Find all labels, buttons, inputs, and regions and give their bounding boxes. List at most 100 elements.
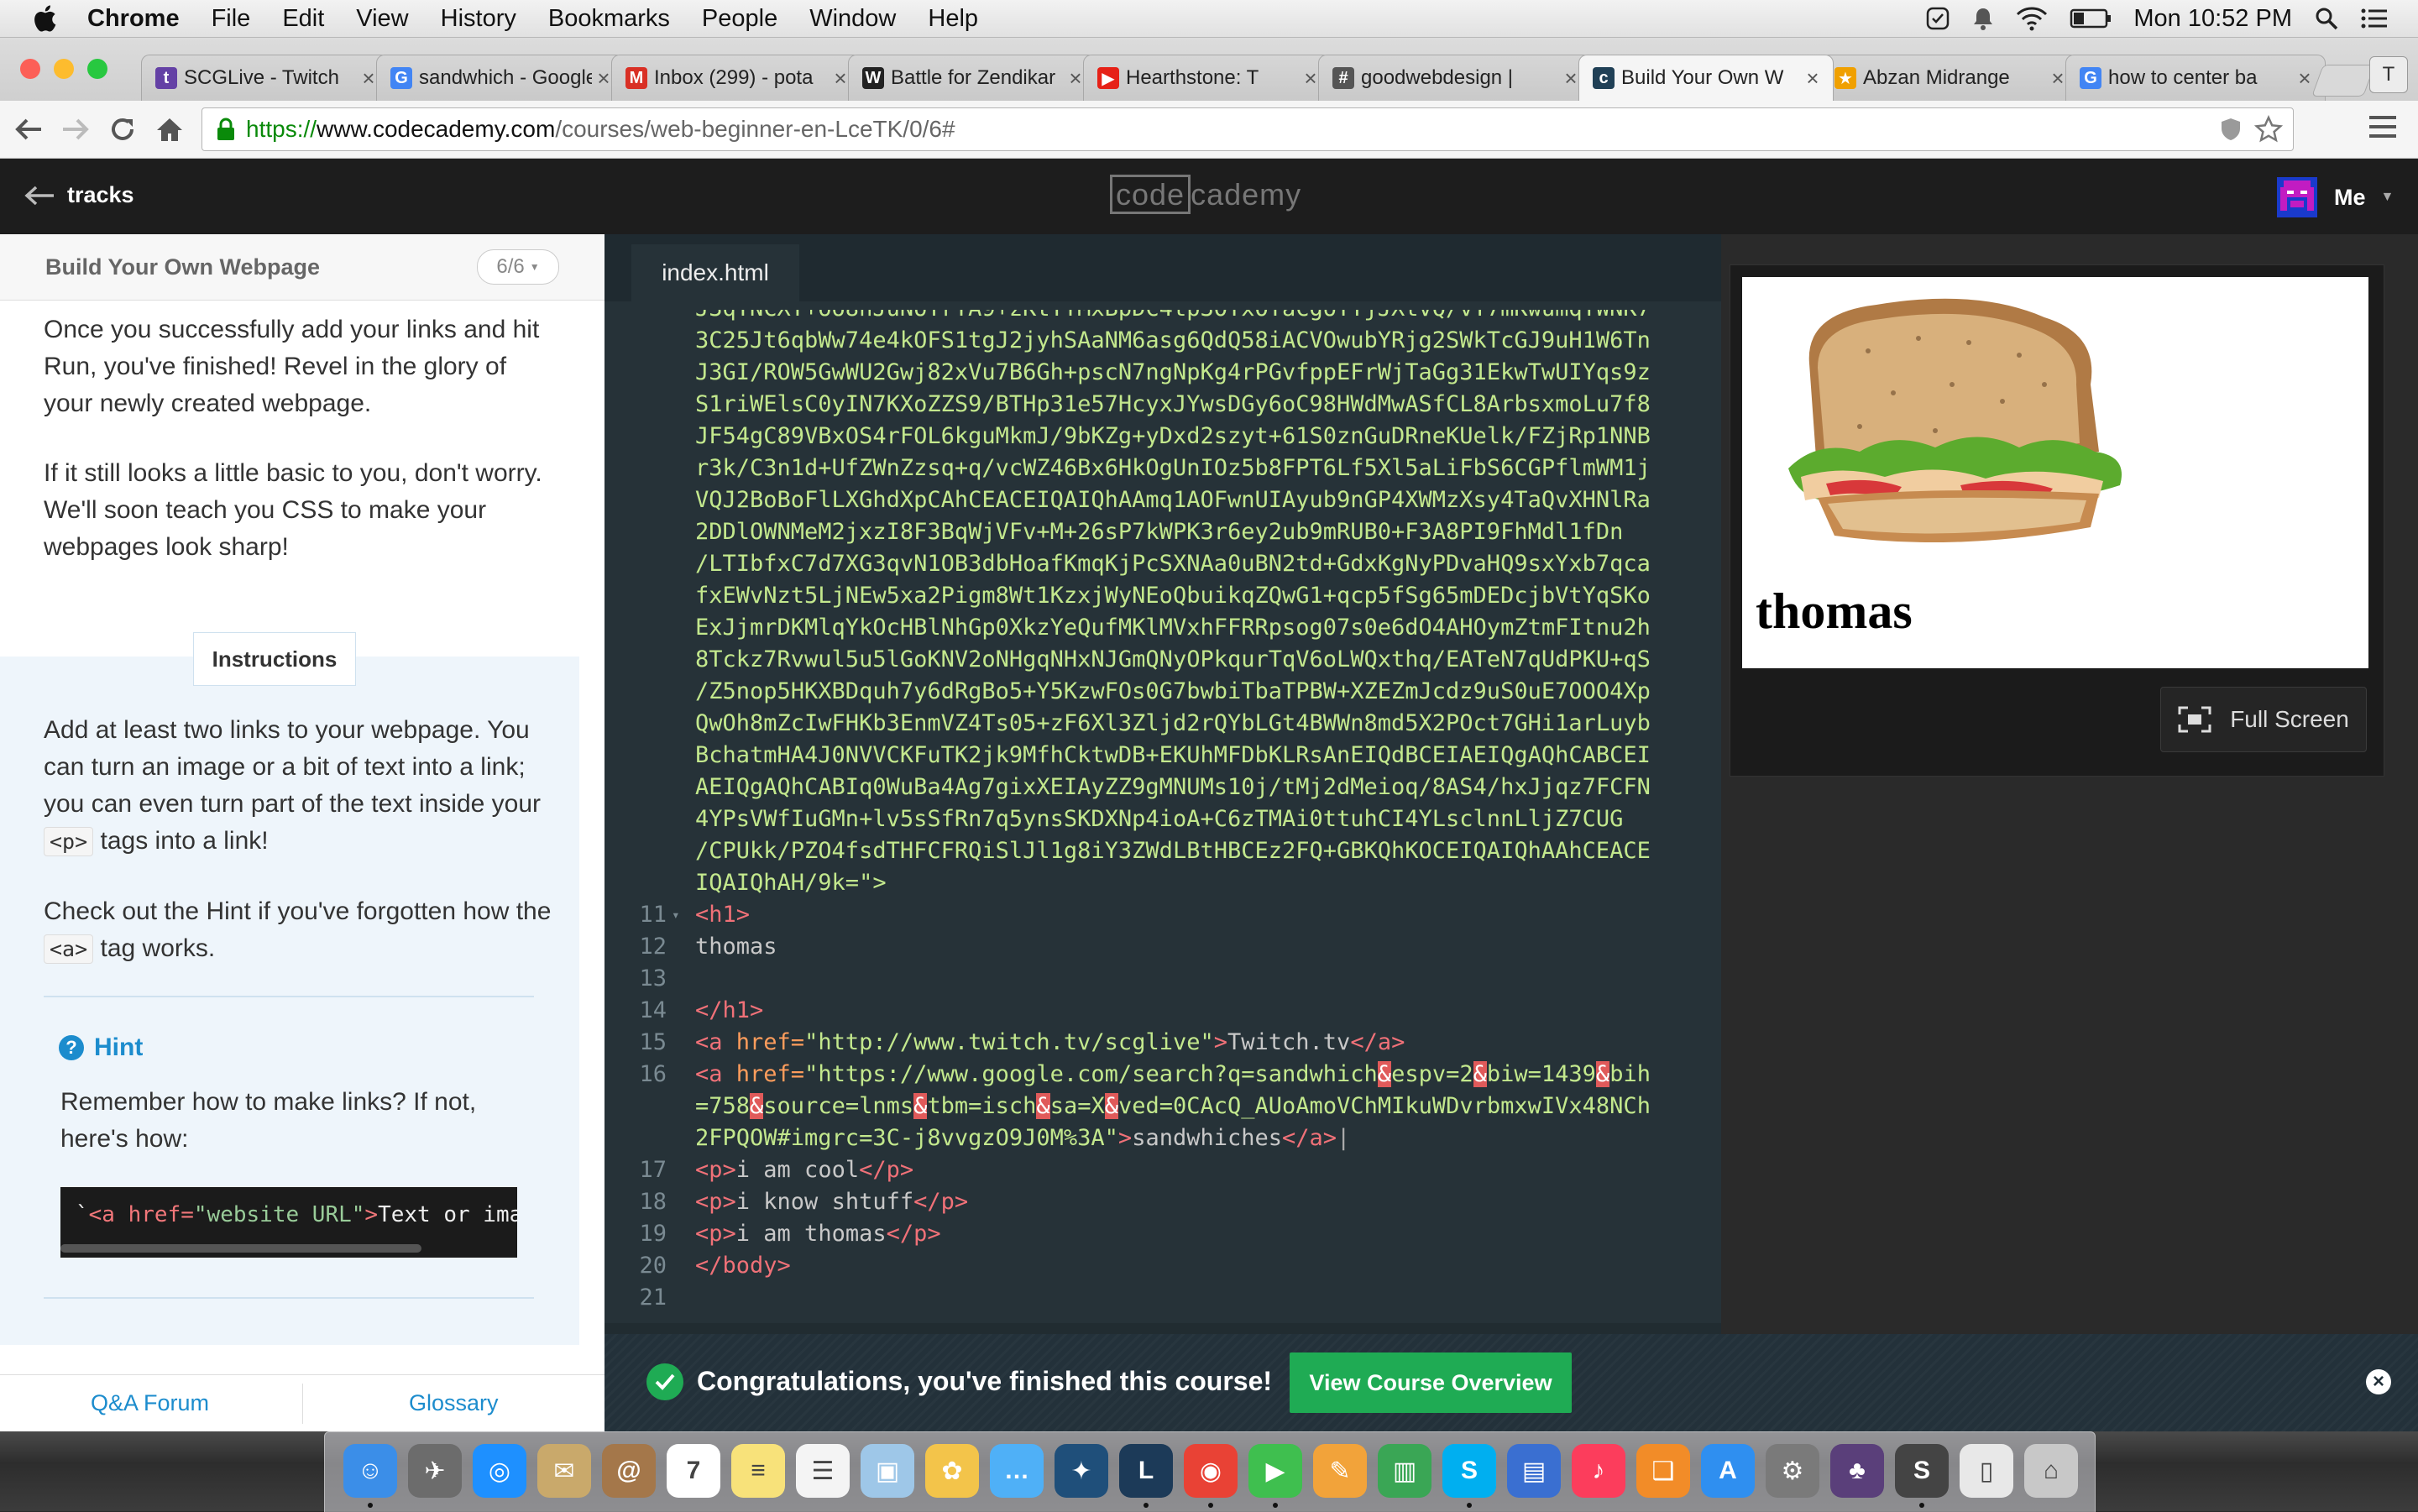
sublime-icon[interactable]: S	[1895, 1444, 1949, 1498]
window-minimize-button[interactable]	[54, 59, 74, 79]
browser-tab[interactable]: W Battle for Zendikar ×	[848, 55, 1096, 101]
glossary-link[interactable]: Glossary	[409, 1390, 499, 1416]
tracks-back-link[interactable]: tracks	[24, 182, 134, 208]
url-bar[interactable]: https://www.codecademy.com/courses/web-b…	[202, 107, 2294, 151]
browser-tab[interactable]: ▶ Hearthstone: T ×	[1083, 55, 1332, 101]
numbers-icon[interactable]: ▥	[1378, 1444, 1431, 1498]
code-token: >	[1117, 1125, 1133, 1151]
code-token: i am thomas	[735, 1221, 887, 1247]
browser-tab[interactable]: Ghow to center ba ×	[2065, 55, 2326, 101]
notes-icon[interactable]: ≡	[731, 1444, 785, 1498]
full-screen-button[interactable]: Full Screen	[2160, 687, 2367, 752]
running-indicator	[1467, 1503, 1472, 1508]
trash-icon[interactable]: ⌂	[2024, 1444, 2078, 1498]
menu-app-name[interactable]: Chrome	[87, 5, 180, 33]
notifications-bell-icon[interactable]	[1972, 6, 1994, 31]
menu-file[interactable]: File	[212, 5, 251, 33]
code-token: </a>	[1282, 1125, 1337, 1151]
itunes-icon[interactable]: ♪	[1572, 1444, 1625, 1498]
mail-icon[interactable]: ✉	[537, 1444, 591, 1498]
browser-tab[interactable]: ★ Abzan Midrange ×	[1820, 55, 2079, 101]
forward-arrow-icon[interactable]	[59, 112, 92, 146]
menu-people[interactable]: People	[702, 5, 777, 33]
menu-history[interactable]: History	[441, 5, 516, 33]
menu-view[interactable]: View	[356, 5, 408, 33]
menu-help[interactable]: Help	[928, 5, 978, 33]
messages-icon[interactable]: …	[990, 1444, 1044, 1498]
keynote-icon[interactable]: ▤	[1507, 1444, 1561, 1498]
menu-edit[interactable]: Edit	[282, 5, 324, 33]
appstore-icon[interactable]: A	[1701, 1444, 1755, 1498]
browser-tab[interactable]: c Build Your Own W ×	[1578, 55, 1834, 101]
photos-icon[interactable]: ✿	[925, 1444, 979, 1498]
1password-icon[interactable]	[1925, 6, 1950, 31]
codecademy-logo[interactable]: code cademy	[1110, 175, 1301, 214]
browser-tab[interactable]: M Inbox (299) - pota ×	[611, 55, 861, 101]
hint-code-block[interactable]: `<a href="website URL">Text or ima	[60, 1187, 517, 1258]
tab-close-icon[interactable]: ×	[2293, 65, 2316, 92]
menubar-clock[interactable]: Mon 10:52 PM	[2133, 5, 2292, 33]
league-icon[interactable]: L	[1119, 1444, 1173, 1498]
reminders-icon[interactable]: ☰	[796, 1444, 850, 1498]
line-number: 21	[639, 1284, 667, 1311]
skype-icon[interactable]: S	[1442, 1444, 1496, 1498]
back-arrow-icon[interactable]	[12, 112, 45, 146]
hint-toggle[interactable]: ? Hint	[59, 1033, 143, 1062]
apple-icon[interactable]	[32, 4, 57, 33]
instructions-text: Add at least two links to your webpage. …	[44, 716, 542, 818]
code-token: <p>	[695, 1221, 736, 1247]
battery-icon[interactable]	[2070, 8, 2112, 29]
tab-close-icon[interactable]: ×	[1801, 65, 1824, 92]
preview-frame[interactable]: thomas	[1742, 277, 2368, 668]
view-course-overview-button[interactable]: View Course Overview	[1290, 1352, 1572, 1413]
code-line: BchatmHA4J0NVVCKFuTK2jk9MfhCktwDB+EKUhMF…	[695, 742, 1651, 768]
facetime-icon[interactable]: ▶	[1248, 1444, 1302, 1498]
documents-icon[interactable]: ▯	[1960, 1444, 2013, 1498]
chrome-menu-icon[interactable]	[2369, 116, 2396, 144]
ibooks-icon[interactable]: ❑	[1636, 1444, 1690, 1498]
code-area[interactable]: J3qTNCXT+oo8nJuNoTrTA9+zKtTTMxBpDC4tp3OT…	[604, 310, 1721, 1334]
google-icon: G	[2080, 67, 2101, 89]
menu-bookmarks[interactable]: Bookmarks	[548, 5, 670, 33]
close-icon[interactable]: ×	[2366, 1369, 2391, 1394]
hint-text: Remember how to make links? If not, here…	[60, 1088, 477, 1153]
github-icon[interactable]: ♣	[1830, 1444, 1884, 1498]
editor-tab-bar: index.html	[604, 234, 1721, 301]
bookmark-star-icon[interactable]	[2254, 115, 2283, 144]
code-line: VQJ2BoBoFlLXGhdXpCAhCEACEIQAIQhAAmq1AOFw…	[695, 487, 1651, 513]
preview-icon[interactable]: ▣	[861, 1444, 914, 1498]
home-icon[interactable]	[153, 112, 186, 146]
browser-tab[interactable]: Gsandwhich - Google ×	[376, 55, 625, 101]
reload-icon[interactable]	[106, 112, 139, 146]
notification-center-icon[interactable]	[2361, 7, 2388, 30]
line-number: 13	[639, 965, 667, 991]
system-preferences-icon[interactable]: ⚙	[1766, 1444, 1819, 1498]
lesson-progress-dropdown[interactable]: 6/6 ▼	[477, 249, 559, 285]
profile-button[interactable]: T	[2369, 56, 2408, 93]
window-zoom-button[interactable]	[87, 59, 107, 79]
shield-extension-icon[interactable]	[2219, 117, 2243, 142]
battlenet-icon[interactable]: ✦	[1055, 1444, 1108, 1498]
spotlight-search-icon[interactable]	[2314, 6, 2339, 31]
launchpad-icon[interactable]: ✈	[408, 1444, 462, 1498]
menu-window[interactable]: Window	[809, 5, 896, 33]
safari-icon[interactable]: ◎	[473, 1444, 526, 1498]
pages-icon[interactable]: ✎	[1313, 1444, 1367, 1498]
contacts-icon[interactable]: @	[602, 1444, 656, 1498]
p-tag-code: <p>	[44, 827, 94, 856]
wifi-icon[interactable]	[2016, 6, 2048, 31]
horizontal-scrollbar[interactable]	[60, 1244, 421, 1253]
calendar-icon[interactable]: 7	[667, 1444, 720, 1498]
code-token: i am cool	[735, 1157, 860, 1183]
user-menu[interactable]: Me ▼	[2277, 177, 2394, 217]
chrome-icon[interactable]: ◉	[1184, 1444, 1238, 1498]
lock-icon[interactable]	[216, 118, 236, 141]
browser-tab[interactable]: # goodwebdesign | ×	[1318, 55, 1592, 101]
finder-icon[interactable]: ☺	[343, 1444, 397, 1498]
browser-tab[interactable]: t SCGLive - Twitch ×	[141, 55, 390, 101]
new-tab-button[interactable]	[2311, 65, 2375, 97]
code-line: 2FPQOW#imgrc=3C-j8vvgzO9J0M%3A">sandwhic…	[695, 1122, 1350, 1154]
qa-forum-link[interactable]: Q&A Forum	[91, 1390, 209, 1416]
file-tab-index-html[interactable]: index.html	[631, 244, 799, 301]
window-close-button[interactable]	[20, 59, 40, 79]
